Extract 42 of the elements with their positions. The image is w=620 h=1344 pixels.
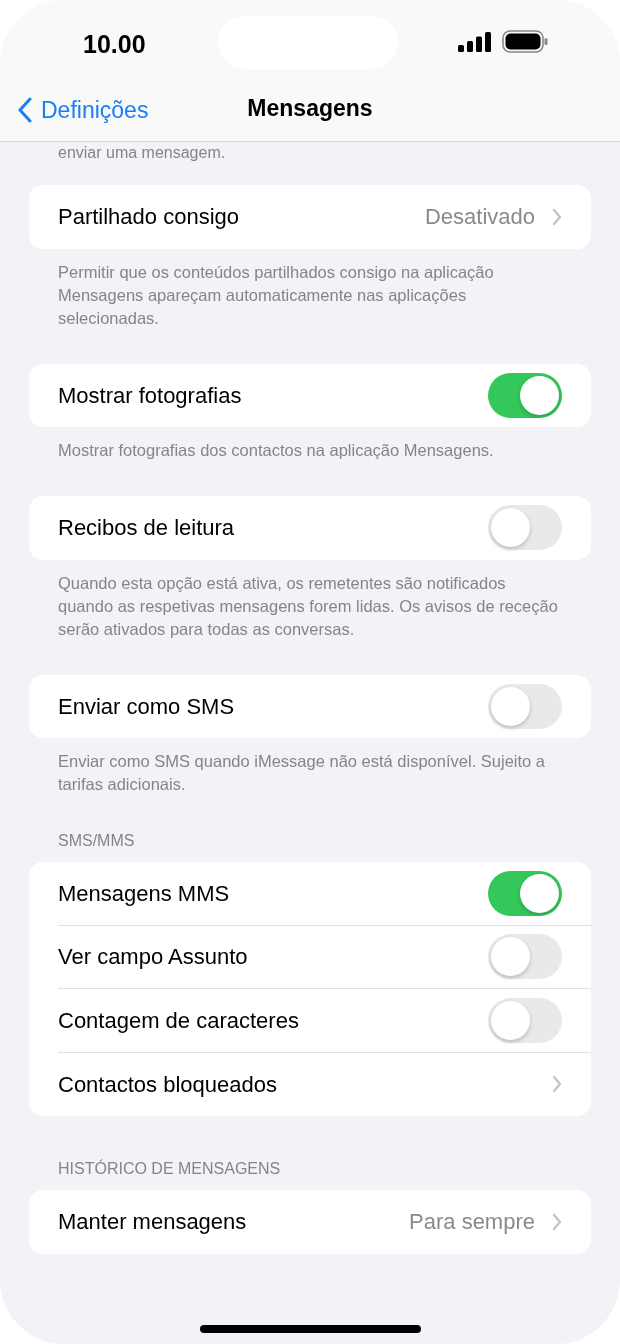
battery-icon	[502, 30, 548, 53]
toggle-row[interactable]: Contagem de caracteres	[58, 989, 591, 1053]
page-title: Mensagens	[247, 93, 373, 123]
row-value: Para sempre	[409, 1208, 535, 1237]
row-label: Partilhado consigo	[58, 203, 240, 232]
toggle-switch[interactable]	[488, 505, 562, 551]
footnote-text: enviar uma mensagem.	[57, 143, 226, 163]
toggle-switch[interactable]	[488, 934, 562, 980]
toggle-row[interactable]: Recibos de leitura	[58, 496, 591, 560]
toggle-row[interactable]: Ver campo Assunto	[58, 925, 591, 989]
footnote-text: Enviar como SMS quando iMessage não está disponível. Sujeito a tarifas adicionais.	[57, 751, 547, 795]
toggle-switch[interactable]	[488, 683, 562, 729]
settings-row[interactable]: Contactos bloqueados	[58, 1052, 591, 1116]
signal-icon	[458, 32, 492, 52]
footnote-text: Mostrar fotografias dos contactos na aplicação Mensagens.	[57, 440, 495, 461]
row-label: Mensagens MMS	[58, 879, 231, 908]
toggle-row[interactable]: Mostrar fotografias	[58, 363, 591, 427]
back-button[interactable]: Definições	[18, 93, 149, 128]
footnote-text: Permitir que os conteúdos partilhados consigo na aplicação Mensagens apareçam automaticamente nas aplicações selecionadas.	[57, 261, 495, 329]
row-label: Mostrar fotografias	[58, 381, 243, 410]
row-label: Contagem de caracteres	[58, 1006, 300, 1035]
row-label: Enviar como SMS	[58, 692, 236, 721]
row-value: Desativado	[424, 203, 535, 232]
toggle-row[interactable]: Enviar como SMS	[58, 674, 591, 738]
toggle-row[interactable]: Mensagens MMS	[58, 862, 591, 926]
chevron-right-icon	[552, 1212, 562, 1231]
section-header: HISTÓRICO DE MENSAGENS	[57, 1159, 282, 1179]
toggle-switch[interactable]	[488, 997, 562, 1043]
status-time: 10.00	[83, 29, 146, 60]
row-label: Manter mensagens	[58, 1208, 248, 1237]
row-label: Contactos bloqueados	[58, 1070, 278, 1099]
settings-row[interactable]: Partilhado consigo Desativado	[58, 185, 591, 249]
section-header: SMS/MMS	[57, 831, 136, 851]
chevron-right-icon	[552, 207, 562, 226]
chevron-left-icon	[18, 97, 32, 124]
row-label: Ver campo Assunto	[58, 943, 249, 972]
chevron-right-icon	[552, 1075, 562, 1094]
footnote-text: Quando esta opção está ativa, os remetentes são notificados quando as respetivas mensagens forem lidas. Os avisos de receção serão ativados para todas as conversas.	[57, 572, 559, 640]
toggle-switch[interactable]	[488, 372, 562, 418]
row-label: Recibos de leitura	[58, 514, 236, 543]
toggle-switch[interactable]	[488, 870, 562, 916]
settings-row[interactable]: Manter mensagens Para sempre	[58, 1190, 591, 1254]
